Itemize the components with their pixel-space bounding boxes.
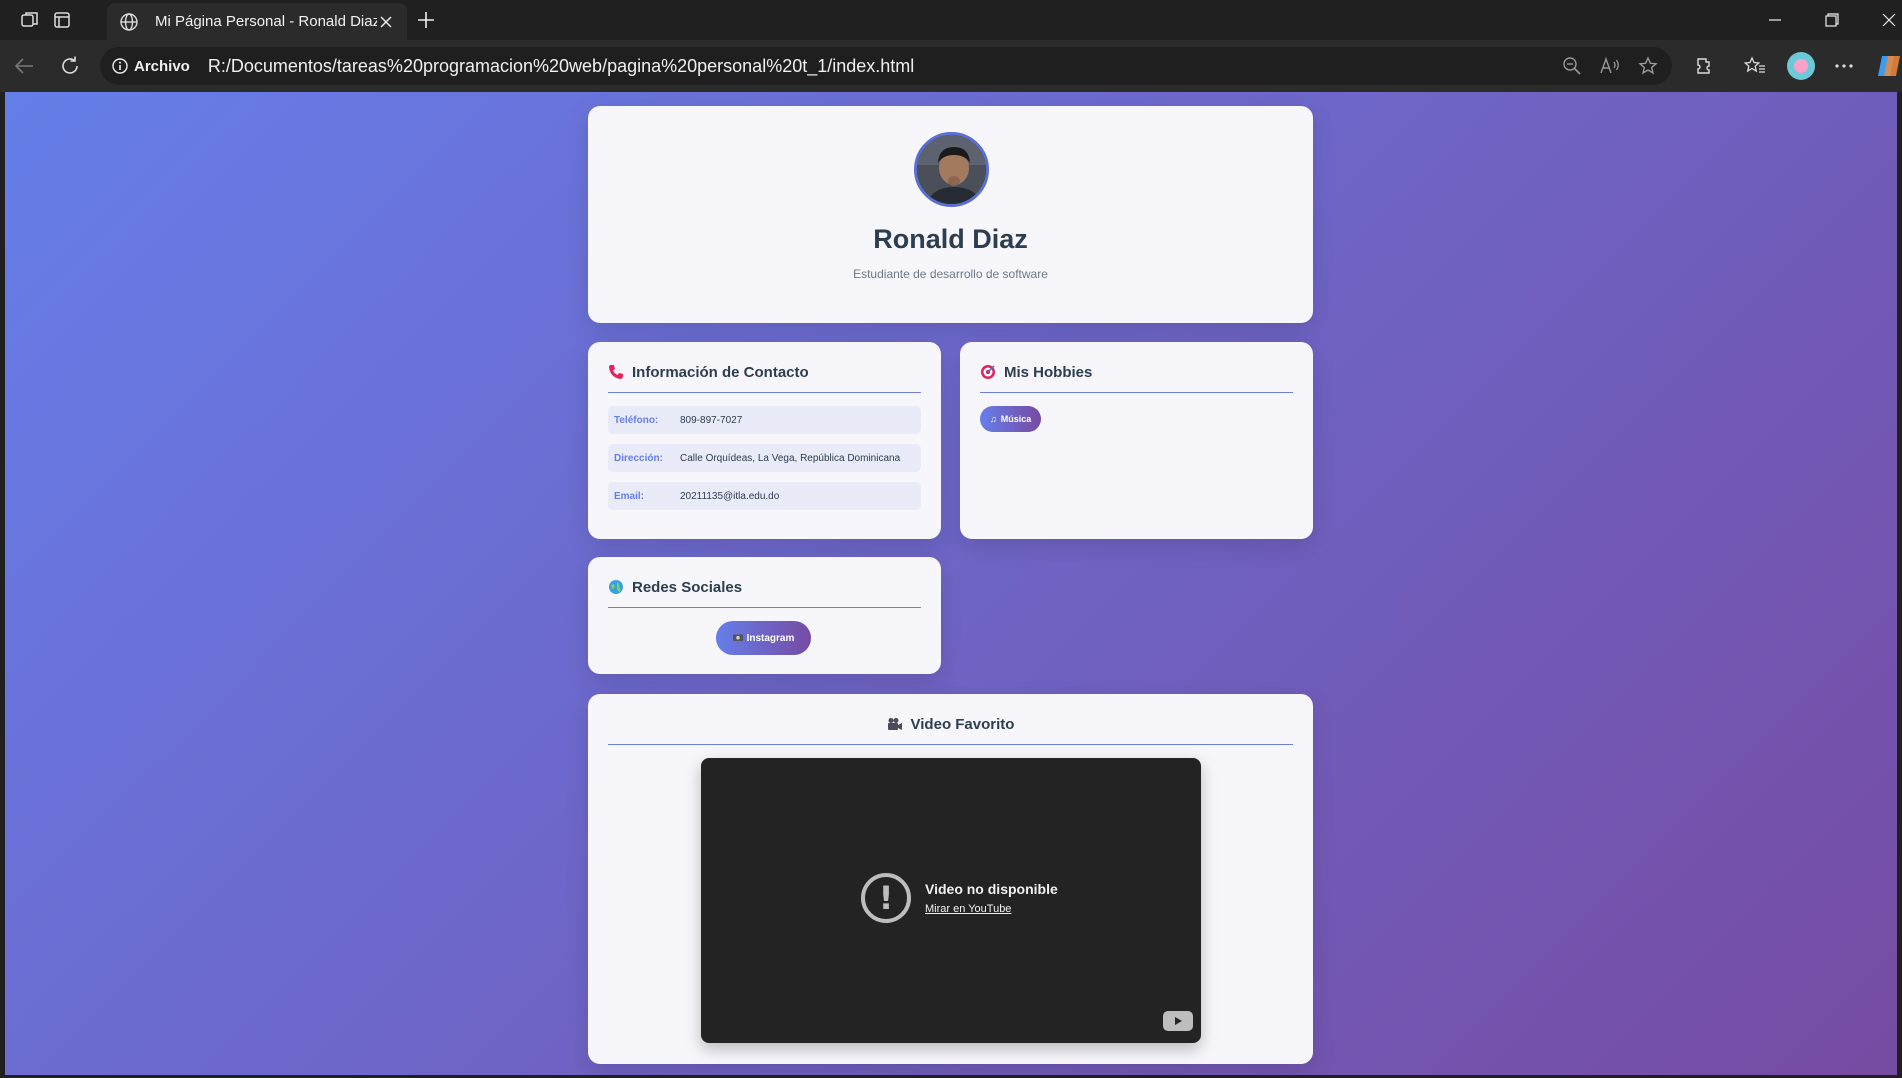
- tab-title: Mi Página Personal - Ronald Diaz: [155, 13, 377, 30]
- profile-header-card: Ronald Diaz Estudiante de desarrollo de …: [588, 106, 1313, 323]
- globe-icon: [119, 11, 141, 33]
- video-section-title: Video Favorito: [608, 714, 1293, 745]
- close-window-button[interactable]: [1877, 8, 1901, 32]
- hobby-chip-label: Música: [1000, 414, 1032, 424]
- telephone-icon: [608, 364, 624, 380]
- target-icon: [980, 364, 996, 380]
- site-info-label: Archivo: [134, 57, 190, 75]
- refresh-icon[interactable]: [57, 53, 83, 79]
- profile-photo: [914, 132, 989, 207]
- address-label: Dirección:: [614, 452, 663, 464]
- restore-button[interactable]: [1820, 8, 1844, 32]
- email-value: 20211135@itla.edu.do: [680, 490, 780, 502]
- phone-value: 809-897-7027: [680, 414, 743, 426]
- close-tab-icon[interactable]: [377, 13, 395, 31]
- address-value: Calle Orquídeas, La Vega, República Domi…: [680, 452, 901, 464]
- social-title-text: Redes Sociales: [632, 578, 743, 596]
- email-label: Email:: [614, 490, 645, 502]
- hobby-chip-music: ♫ Música: [980, 406, 1042, 432]
- profile-subtitle: Estudiante de desarrollo de software: [853, 267, 1048, 281]
- url-text[interactable]: R:/Documentos/tareas%20programacion%20we…: [208, 56, 914, 77]
- video-unavailable-message: ! Video no disponible Mirar en YouTube: [861, 873, 1058, 923]
- contact-section-title: Información de Contacto: [608, 362, 921, 393]
- address-bar[interactable]: Archivo R:/Documentos/tareas%20programac…: [100, 47, 1672, 85]
- contact-card: Información de Contacto Teléfono: 809-89…: [588, 342, 941, 539]
- back-arrow-icon[interactable]: [11, 53, 37, 79]
- active-tab[interactable]: Mi Página Personal - Ronald Diaz: [107, 3, 407, 40]
- zoom-out-icon[interactable]: [1560, 54, 1584, 78]
- workspaces-icon[interactable]: [18, 8, 42, 32]
- video-card: Video Favorito ! Video no disponible Mir…: [588, 694, 1313, 1064]
- video-unavailable-title: Video no disponible: [925, 881, 1058, 897]
- contact-row-address: Dirección: Calle Orquídeas, La Vega, Rep…: [608, 444, 921, 472]
- minimize-button[interactable]: [1763, 8, 1787, 32]
- contact-row-phone: Teléfono: 809-897-7027: [608, 406, 921, 434]
- video-camera-icon: [887, 716, 903, 732]
- new-tab-button[interactable]: [414, 8, 438, 32]
- social-section-title: Redes Sociales: [608, 577, 921, 608]
- phone-label: Teléfono:: [614, 414, 659, 426]
- page-viewport: Ronald Diaz Estudiante de desarrollo de …: [5, 92, 1897, 1075]
- hobbies-card: Mis Hobbies ♫ Música: [960, 342, 1313, 539]
- favorites-icon[interactable]: [1742, 53, 1768, 79]
- profile-name: Ronald Diaz: [873, 224, 1028, 254]
- instagram-label: Instagram: [746, 632, 795, 644]
- youtube-embed-player[interactable]: ! Video no disponible Mirar en YouTube: [701, 758, 1201, 1043]
- contact-title-text: Información de Contacto: [632, 363, 809, 381]
- browser-toolbar: Archivo R:/Documentos/tareas%20programac…: [0, 40, 1902, 92]
- music-note-icon: ♫: [990, 414, 997, 424]
- watch-on-youtube-link[interactable]: Mirar en YouTube: [925, 903, 1058, 915]
- instagram-button[interactable]: Instagram: [716, 621, 811, 655]
- social-card: Redes Sociales Instagram: [588, 557, 941, 674]
- contact-row-email: Email: 20211135@itla.edu.do: [608, 482, 921, 510]
- site-info-button[interactable]: Archivo: [112, 58, 190, 75]
- hobbies-section-title: Mis Hobbies: [980, 362, 1293, 393]
- youtube-logo-icon[interactable]: [1163, 1011, 1193, 1031]
- tab-actions-icon[interactable]: [50, 8, 74, 32]
- copilot-icon[interactable]: [1876, 53, 1902, 79]
- info-icon: [112, 58, 128, 74]
- extensions-icon[interactable]: [1692, 53, 1718, 79]
- more-options-icon[interactable]: [1831, 53, 1857, 79]
- globe-icon: [608, 579, 624, 595]
- camera-icon: [732, 633, 743, 644]
- favorite-star-icon[interactable]: [1636, 54, 1660, 78]
- scrollbar-edge: [1897, 92, 1902, 1078]
- exclamation-icon: !: [861, 873, 911, 923]
- read-aloud-icon[interactable]: [1598, 54, 1622, 78]
- hobbies-title-text: Mis Hobbies: [1004, 363, 1093, 381]
- browser-tab-bar: Mi Página Personal - Ronald Diaz: [0, 0, 1902, 40]
- profile-avatar[interactable]: [1787, 52, 1815, 80]
- video-title-text: Video Favorito: [910, 715, 1015, 733]
